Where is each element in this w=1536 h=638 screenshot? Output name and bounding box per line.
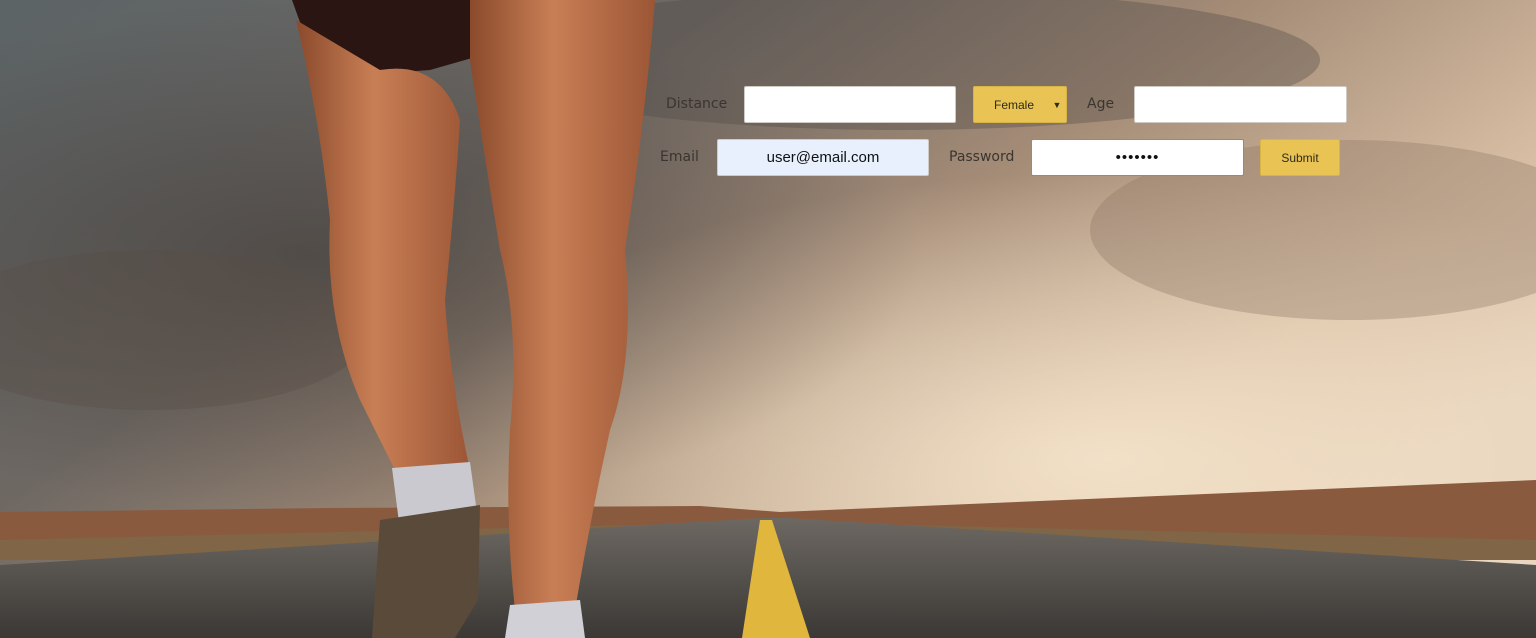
distance-label: Distance xyxy=(666,96,728,112)
email-label: Email xyxy=(660,149,699,165)
password-label: Password xyxy=(949,149,1015,165)
distance-input[interactable] xyxy=(744,86,956,123)
caret-down-icon: ▼ xyxy=(1052,99,1062,110)
age-label: Age xyxy=(1087,96,1115,112)
gender-select[interactable]: Female ▼ xyxy=(973,86,1067,123)
password-input[interactable] xyxy=(1031,139,1244,176)
age-input[interactable] xyxy=(1134,86,1347,123)
gender-selected-value: Female xyxy=(993,97,1034,112)
email-input[interactable] xyxy=(717,139,929,176)
signup-form: Distance Female ▼ Age Email Password Sub… xyxy=(0,0,1536,638)
submit-button[interactable]: Submit xyxy=(1260,139,1340,176)
